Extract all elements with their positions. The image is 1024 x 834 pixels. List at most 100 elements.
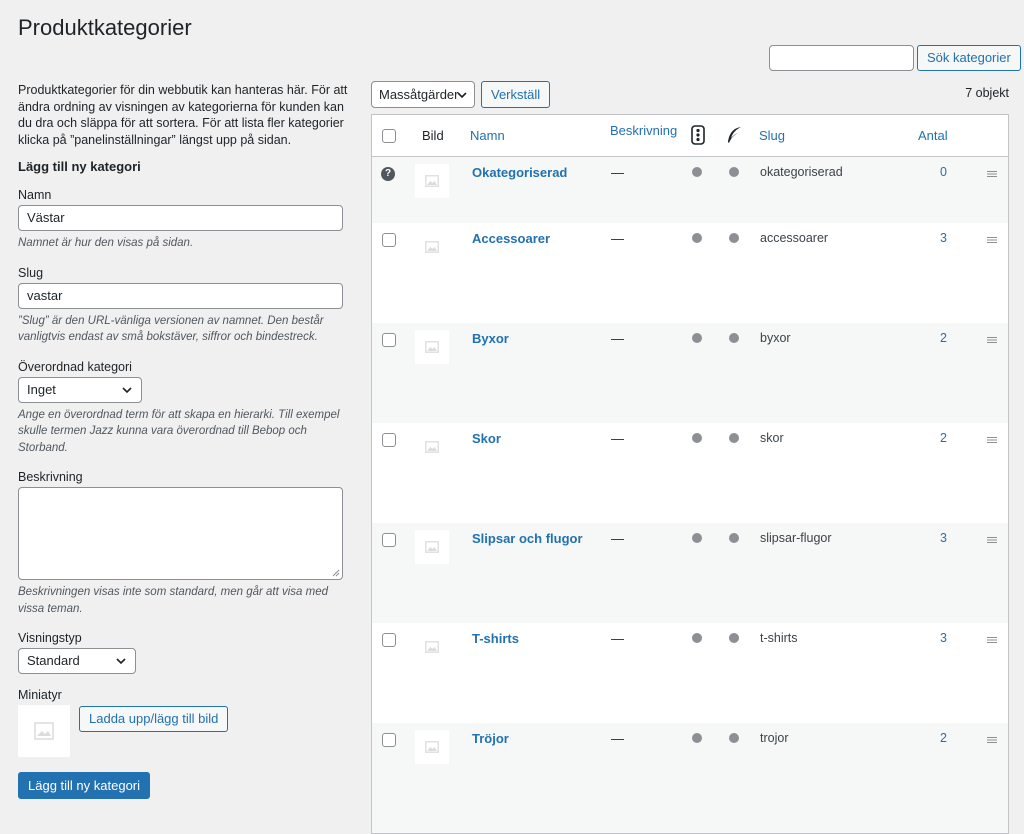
parent-label: Överordnad kategori (18, 359, 132, 374)
add-category-button[interactable]: Lägg till ny kategori (18, 772, 151, 799)
intro-text: Produktkategorier för din webbutik kan h… (18, 83, 348, 147)
category-image (415, 430, 449, 464)
chevron-down-icon (116, 658, 126, 665)
category-description: — (611, 731, 624, 746)
category-count[interactable]: 3 (927, 631, 947, 645)
category-slug: accessoarer (760, 231, 829, 245)
category-name-link[interactable]: Tröjor (472, 731, 509, 746)
slug-label: Slug (18, 265, 44, 280)
apply-button[interactable]: Verkställ (481, 81, 551, 108)
status-dot (729, 167, 739, 177)
category-name-link[interactable]: Okategoriserad (472, 165, 567, 180)
status-dot (692, 633, 702, 643)
category-count[interactable]: 2 (927, 331, 947, 345)
category-slug: byxor (760, 331, 791, 345)
category-count[interactable]: 3 (927, 231, 947, 245)
search-input[interactable] (769, 45, 914, 71)
status-dot (729, 433, 739, 443)
row-checkbox[interactable] (382, 633, 396, 647)
category-image (415, 164, 449, 198)
category-image (415, 730, 449, 764)
category-count[interactable]: 2 (927, 731, 947, 745)
row-checkbox[interactable] (382, 433, 396, 447)
row-checkbox[interactable] (382, 233, 396, 247)
column-description[interactable]: Beskrivning (610, 123, 677, 138)
feather-icon[interactable] (726, 126, 742, 144)
image-placeholder-icon (425, 441, 439, 453)
category-description: — (611, 631, 624, 646)
parent-select[interactable]: Inget (18, 376, 142, 403)
category-slug: t-shirts (760, 631, 798, 645)
image-placeholder-icon (34, 722, 54, 740)
drag-handle-icon[interactable] (987, 536, 997, 544)
category-name-link[interactable]: T-shirts (472, 631, 519, 646)
status-dot (729, 533, 739, 543)
name-help: Namnet är hur den visas på sidan. (18, 237, 194, 249)
column-slug[interactable]: Slug (759, 128, 785, 143)
form-heading: Lägg till ny kategori (18, 159, 141, 174)
thumbnail-label: Miniatyr (18, 688, 62, 702)
row-checkbox[interactable] (382, 533, 396, 547)
drag-handle-icon[interactable] (987, 236, 997, 244)
category-count[interactable]: 3 (927, 531, 947, 545)
category-description: — (611, 431, 624, 446)
help-icon[interactable]: ? (381, 167, 395, 181)
category-name-link[interactable]: Byxor (472, 331, 509, 346)
drag-handle-icon[interactable] (987, 336, 997, 344)
category-slug: okategoriserad (760, 165, 843, 179)
status-dot (692, 167, 702, 177)
image-placeholder-icon (425, 341, 439, 353)
image-placeholder-icon (425, 741, 439, 753)
category-name-link[interactable]: Accessoarer (472, 231, 550, 246)
category-description: — (611, 331, 624, 346)
drag-handle-icon[interactable] (987, 736, 997, 744)
description-field[interactable] (18, 487, 343, 580)
table-row: Slipsar och flugor — slipsar-flugor 3 (372, 523, 1008, 623)
page-title: Produktkategorier (18, 15, 192, 40)
parent-select-value: Inget (27, 381, 56, 397)
status-dot (692, 733, 702, 743)
bulk-actions-select[interactable]: Massåtgärder (371, 81, 475, 108)
table-row: Byxor — byxor 2 (372, 323, 1008, 423)
status-dot (692, 333, 702, 343)
row-checkbox[interactable] (382, 333, 396, 347)
thumbnail-preview (18, 705, 70, 757)
column-name[interactable]: Namn (470, 128, 505, 143)
category-slug: slipsar-flugor (760, 531, 832, 545)
category-image (415, 230, 449, 264)
chevron-down-icon (122, 386, 132, 393)
category-image (415, 630, 449, 664)
slug-help: ”Slug” är den URL-vänliga versionen av n… (18, 314, 324, 344)
row-checkbox[interactable] (382, 733, 396, 747)
traffic-light-icon[interactable] (691, 125, 705, 145)
status-dot (692, 433, 702, 443)
status-dot (729, 333, 739, 343)
category-count[interactable]: 2 (927, 431, 947, 445)
status-dot (729, 633, 739, 643)
column-count[interactable]: Antal (918, 128, 948, 143)
drag-handle-icon[interactable] (987, 636, 997, 644)
category-name-link[interactable]: Slipsar och flugor (472, 531, 583, 546)
category-image (415, 530, 449, 564)
drag-handle-icon[interactable] (987, 436, 997, 444)
drag-handle-icon[interactable] (987, 170, 997, 178)
name-field[interactable]: Västar (18, 205, 343, 231)
add-category-panel: Produktkategorier för din webbutik kan h… (18, 82, 348, 799)
upload-image-button[interactable]: Ladda upp/lägg till bild (79, 706, 229, 732)
search-categories-button[interactable]: Sök kategorier (917, 45, 1021, 71)
description-help: Beskrivningen visas inte som standard, m… (18, 586, 329, 615)
category-slug: trojor (760, 731, 789, 745)
image-placeholder-icon (425, 175, 439, 187)
status-dot (692, 533, 702, 543)
category-description: — (611, 165, 624, 180)
table-row: Skor — skor 2 (372, 423, 1008, 523)
category-name-link[interactable]: Skor (472, 431, 501, 446)
display-type-select[interactable]: Standard (18, 648, 136, 674)
category-count[interactable]: 0 (927, 165, 947, 179)
parent-help: Ange en överordnad term för att skapa en… (18, 408, 340, 454)
categories-table: Bild Namn Beskrivning Slug Antal ? Okateg… (371, 114, 1009, 834)
slug-field[interactable]: vastar (18, 282, 343, 309)
image-placeholder-icon (425, 241, 439, 253)
resize-grip-icon[interactable] (332, 569, 340, 577)
select-all-checkbox[interactable] (382, 129, 396, 143)
